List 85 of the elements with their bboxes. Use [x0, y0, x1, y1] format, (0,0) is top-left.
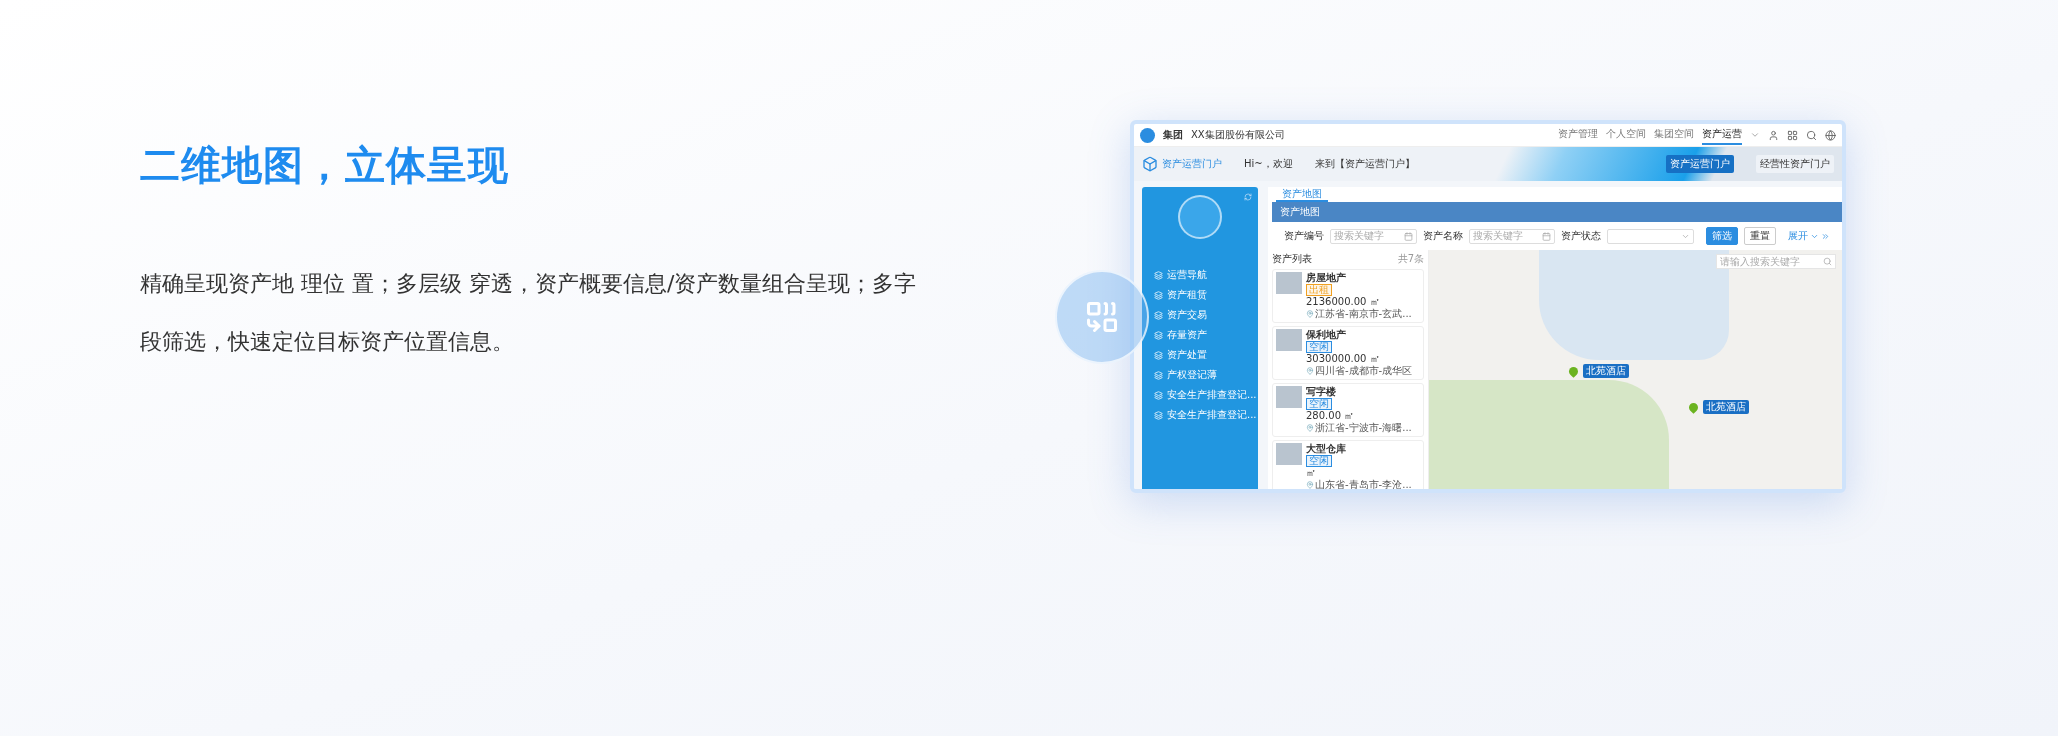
search-field[interactable]: 搜索关键字: [1330, 228, 1417, 244]
status-tag: 空闲: [1306, 341, 1332, 353]
linked-squares-icon: [1084, 299, 1120, 335]
calendar-icon: [1403, 231, 1413, 241]
sidebar-item[interactable]: 安全生产排查登记...: [1167, 388, 1257, 402]
layers-icon: [1154, 350, 1163, 360]
layers-icon: [1154, 330, 1163, 340]
asset-area: ㎡: [1306, 467, 1412, 479]
asset-name: 大型仓库: [1306, 443, 1347, 455]
sidebar-item[interactable]: 运营导航: [1167, 268, 1207, 282]
refresh-icon[interactable]: [1244, 193, 1252, 201]
sidebar-item[interactable]: 产权登记薄: [1167, 368, 1217, 382]
filter-label: 资产编号: [1284, 229, 1324, 243]
filter-button[interactable]: 筛选: [1706, 227, 1738, 245]
photo-placeholder: [1276, 329, 1302, 351]
asset-area: 280.00 ㎡: [1306, 410, 1412, 422]
asset-location: 四川省-成都市-成华区: [1315, 365, 1413, 377]
asset-area: 3030000.00 ㎡: [1306, 353, 1413, 365]
layers-icon: [1154, 310, 1163, 320]
search-icon[interactable]: [1806, 129, 1817, 141]
asset-area: 2136000.00 ㎡: [1306, 296, 1412, 308]
asset-card[interactable]: 写字楼 空闲 280.00 ㎡ 浙江省-宁波市-海曙...: [1272, 383, 1424, 437]
map-marker-label[interactable]: 北苑酒店: [1583, 364, 1629, 378]
double-chevron-icon: [1821, 231, 1830, 241]
filter-button[interactable]: 重置: [1744, 227, 1776, 245]
filter-label: 资产状态: [1561, 229, 1602, 243]
user-icon[interactable]: [1768, 129, 1779, 141]
portal-name: 资产运营门户: [1162, 157, 1222, 171]
asset-card[interactable]: 房屋地产 出租 2136000.00 ㎡ 江苏省-南京市-玄武...: [1272, 269, 1424, 323]
asset-location: 山东省-青岛市-李沧...: [1315, 479, 1412, 489]
pin-icon: [1306, 367, 1314, 375]
nav-tab[interactable]: 资产运营: [1702, 125, 1742, 145]
pin-icon: [1306, 424, 1314, 432]
asset-card[interactable]: 保利地产 空闲 3030000.00 ㎡ 四川省-成都市-成华区: [1272, 326, 1424, 380]
list-title: 资产列表: [1272, 252, 1312, 266]
filter-label: 资产名称: [1422, 229, 1463, 243]
grid-icon[interactable]: [1787, 129, 1798, 141]
description-text: 精确呈现资产地 理位 置；多层级 穿透，资产概要信息/资产数量组合呈现；多字段筛选，快速定位目标资产位置信息。: [140, 270, 918, 356]
layers-icon: [1154, 370, 1163, 380]
sidebar-item[interactable]: 资产租赁: [1167, 288, 1207, 302]
sidebar-item[interactable]: 资产交易: [1167, 308, 1207, 322]
cube-icon: [1142, 156, 1158, 172]
page-title-bar: 资产地图: [1272, 202, 1842, 222]
map-search-field[interactable]: 请输入搜索关键字: [1716, 254, 1836, 269]
asset-name: 保利地产: [1306, 329, 1347, 341]
asset-location: 江苏省-南京市-玄武...: [1315, 308, 1412, 320]
calendar-icon: [1542, 231, 1552, 241]
asset-name: 写字楼: [1306, 386, 1337, 398]
nav-tab[interactable]: 资产管理: [1558, 125, 1598, 145]
nav-tab[interactable]: 个人空间: [1606, 125, 1646, 145]
photo-placeholder: [1276, 443, 1302, 465]
pin-icon: [1306, 481, 1314, 489]
avatar-circle: [1178, 195, 1222, 239]
globe-icon[interactable]: [1825, 129, 1836, 141]
pin-icon: [1306, 310, 1314, 318]
portal-tab[interactable]: 经营性资产门户: [1756, 155, 1834, 173]
asset-card[interactable]: 大型仓库 空闲 ㎡ 山东省-青岛市-李沧...: [1272, 440, 1424, 489]
status-tag: 空闲: [1306, 398, 1332, 410]
asset-name: 房屋地产: [1306, 272, 1347, 284]
welcome-text: 来到【资产运营门户】: [1314, 157, 1415, 171]
layers-icon: [1154, 290, 1163, 300]
layers-icon: [1154, 390, 1163, 400]
greeting-text: Hi~，欢迎: [1244, 157, 1293, 171]
layers-icon: [1154, 410, 1163, 420]
status-tag: 出租: [1306, 284, 1332, 296]
section-heading: 二维地图，立体呈现: [140, 141, 510, 190]
asset-location: 浙江省-宁波市-海曙...: [1315, 422, 1412, 434]
layers-icon: [1154, 270, 1163, 280]
list-count: 共7条: [1397, 252, 1424, 266]
nav-tab[interactable]: 集团空间: [1654, 125, 1694, 145]
status-tag: 空闲: [1306, 455, 1332, 467]
map-marker-label[interactable]: 北苑酒店: [1703, 400, 1749, 414]
photo-placeholder: [1276, 386, 1302, 408]
status-select[interactable]: [1607, 228, 1694, 244]
sidebar-item[interactable]: 资产处置: [1167, 348, 1207, 362]
company-name: XX集团股份有限公司: [1191, 128, 1285, 142]
sidebar-item[interactable]: 存量资产: [1167, 328, 1207, 342]
portal-tab[interactable]: 资产运营门户: [1666, 155, 1734, 173]
group-label: 集团: [1163, 128, 1183, 142]
logo-icon: [1140, 127, 1155, 143]
search-icon: [1823, 257, 1832, 266]
photo-placeholder: [1276, 272, 1302, 294]
sidebar-item[interactable]: 安全生产排查登记...: [1167, 408, 1257, 422]
caret-icon[interactable]: [1750, 130, 1760, 140]
search-field[interactable]: 搜索关键字: [1468, 228, 1556, 244]
